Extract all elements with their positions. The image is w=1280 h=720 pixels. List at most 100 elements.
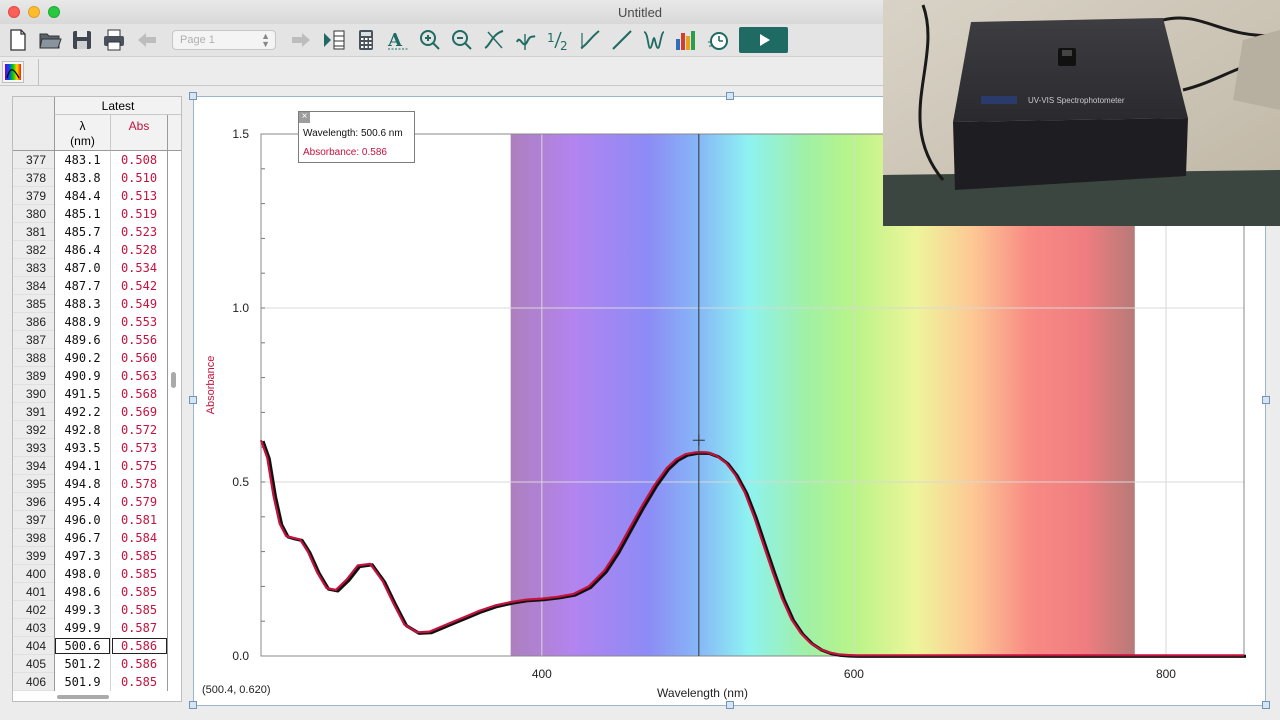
resize-handle[interactable] (726, 92, 734, 100)
wavelength-cell[interactable]: 492.8 (54, 421, 111, 439)
table-row[interactable]: 384 487.7 0.542 (13, 277, 181, 295)
collect-button[interactable] (739, 27, 788, 53)
stopwatch-icon[interactable] (705, 27, 731, 53)
wavelength-cell[interactable]: 494.1 (54, 457, 111, 475)
absorbance-cell[interactable]: 0.542 (111, 277, 168, 295)
wavelength-cell[interactable]: 501.2 (54, 655, 111, 673)
forward-arrow-icon[interactable] (288, 27, 314, 53)
absorbance-cell[interactable]: 0.586 (111, 655, 168, 673)
table-row[interactable]: 404 500.6 0.586 (13, 637, 181, 655)
page-select[interactable]: Page 1 ▲ ▼ (172, 30, 276, 50)
table-row[interactable]: 378 483.8 0.510 (13, 169, 181, 187)
resize-handle[interactable] (1262, 701, 1270, 709)
wavelength-cell[interactable]: 497.3 (54, 547, 111, 565)
wavelength-cell[interactable]: 493.5 (54, 439, 111, 457)
resize-handle[interactable] (189, 396, 197, 404)
wavelength-column-header[interactable]: λ (nm) (54, 115, 111, 151)
table-row[interactable]: 397 496.0 0.581 (13, 511, 181, 529)
absorbance-cell[interactable]: 0.585 (111, 673, 168, 691)
absorbance-cell[interactable]: 0.585 (111, 601, 168, 619)
resize-handle[interactable] (189, 92, 197, 100)
linear-fit-icon[interactable] (609, 27, 635, 53)
wavelength-cell[interactable]: 494.8 (54, 475, 111, 493)
open-folder-icon[interactable] (37, 27, 63, 53)
zoom-out-icon[interactable] (449, 27, 475, 53)
table-row[interactable]: 402 499.3 0.585 (13, 601, 181, 619)
table-row[interactable]: 377 483.1 0.508 (13, 151, 181, 169)
absorbance-cell[interactable]: 0.587 (111, 619, 168, 637)
wavelength-cell[interactable]: 495.4 (54, 493, 111, 511)
table-row[interactable]: 392 492.8 0.572 (13, 421, 181, 439)
absorbance-cell[interactable]: 0.519 (111, 205, 168, 223)
text-annotation-icon[interactable]: A (385, 27, 411, 53)
wavelength-cell[interactable]: 496.0 (54, 511, 111, 529)
wavelength-cell[interactable]: 485.1 (54, 205, 111, 223)
calculator-icon[interactable] (353, 27, 379, 53)
wavelength-cell[interactable]: 496.7 (54, 529, 111, 547)
table-row[interactable]: 386 488.9 0.553 (13, 313, 181, 331)
wavelength-cell[interactable]: 485.7 (54, 223, 111, 241)
new-file-icon[interactable] (5, 27, 31, 53)
table-row[interactable]: 383 487.0 0.534 (13, 259, 181, 277)
absorbance-cell[interactable]: 0.575 (111, 457, 168, 475)
data-table[interactable]: Latest λ (nm) Abs 377 483.1 0.508 378 483.8 0… (12, 96, 182, 702)
curve-fit-icon[interactable] (577, 27, 603, 53)
absorbance-cell[interactable]: 0.585 (111, 583, 168, 601)
table-row[interactable]: 405 501.2 0.586 (13, 655, 181, 673)
absorbance-cell[interactable]: 0.585 (111, 565, 168, 583)
absorbance-cell[interactable]: 0.581 (111, 511, 168, 529)
table-row[interactable]: 394 494.1 0.575 (13, 457, 181, 475)
absorbance-cell[interactable]: 0.560 (111, 349, 168, 367)
wavelength-cell[interactable]: 487.0 (54, 259, 111, 277)
table-row[interactable]: 390 491.5 0.568 (13, 385, 181, 403)
wavelength-cell[interactable]: 500.6 (54, 637, 111, 655)
back-arrow-icon[interactable] (134, 27, 160, 53)
table-row[interactable]: 399 497.3 0.585 (13, 547, 181, 565)
table-row[interactable]: 380 485.1 0.519 (13, 205, 181, 223)
absorbance-cell[interactable]: 0.579 (111, 493, 168, 511)
resize-handle[interactable] (189, 701, 197, 709)
absorbance-cell[interactable]: 0.568 (111, 385, 168, 403)
table-row[interactable]: 403 499.9 0.587 (13, 619, 181, 637)
data-browser-icon[interactable] (321, 27, 347, 53)
table-row[interactable]: 400 498.0 0.585 (13, 565, 181, 583)
absorbance-cell[interactable]: 0.553 (111, 313, 168, 331)
table-row[interactable]: 395 494.8 0.578 (13, 475, 181, 493)
bar-graph-icon[interactable] (673, 27, 699, 53)
absorbance-cell[interactable]: 0.510 (111, 169, 168, 187)
table-row[interactable]: 406 501.9 0.585 (13, 673, 181, 691)
integral-icon[interactable] (513, 27, 539, 53)
absorbance-cell[interactable]: 0.528 (111, 241, 168, 259)
absorbance-column-header[interactable]: Abs (111, 115, 168, 151)
table-row[interactable]: 389 490.9 0.563 (13, 367, 181, 385)
wavelength-cell[interactable]: 498.6 (54, 583, 111, 601)
spectrometer-sensor-icon[interactable] (2, 61, 24, 83)
absorbance-cell[interactable]: 0.569 (111, 403, 168, 421)
wavelength-cell[interactable]: 490.2 (54, 349, 111, 367)
table-row[interactable]: 393 493.5 0.573 (13, 439, 181, 457)
table-row[interactable]: 387 489.6 0.556 (13, 331, 181, 349)
table-row[interactable]: 385 488.3 0.549 (13, 295, 181, 313)
absorbance-cell[interactable]: 0.572 (111, 421, 168, 439)
wavelength-cell[interactable]: 489.6 (54, 331, 111, 349)
table-row[interactable]: 401 498.6 0.585 (13, 583, 181, 601)
table-row[interactable]: 391 492.2 0.569 (13, 403, 181, 421)
wavelength-cell[interactable]: 484.4 (54, 187, 111, 205)
absorbance-cell[interactable]: 0.556 (111, 331, 168, 349)
table-row[interactable]: 388 490.2 0.560 (13, 349, 181, 367)
peak-icon[interactable] (641, 27, 667, 53)
print-icon[interactable] (101, 27, 127, 53)
wavelength-cell[interactable]: 488.9 (54, 313, 111, 331)
save-icon[interactable] (69, 27, 95, 53)
wavelength-cell[interactable]: 492.2 (54, 403, 111, 421)
wavelength-cell[interactable]: 491.5 (54, 385, 111, 403)
table-row[interactable]: 382 486.4 0.528 (13, 241, 181, 259)
table-row[interactable]: 398 496.7 0.584 (13, 529, 181, 547)
wavelength-cell[interactable]: 486.4 (54, 241, 111, 259)
absorbance-cell[interactable]: 0.563 (111, 367, 168, 385)
wavelength-cell[interactable]: 499.9 (54, 619, 111, 637)
wavelength-cell[interactable]: 490.9 (54, 367, 111, 385)
vertical-scrollbar[interactable] (171, 372, 176, 388)
absorbance-cell[interactable]: 0.586 (111, 637, 168, 655)
resize-handle[interactable] (1262, 396, 1270, 404)
